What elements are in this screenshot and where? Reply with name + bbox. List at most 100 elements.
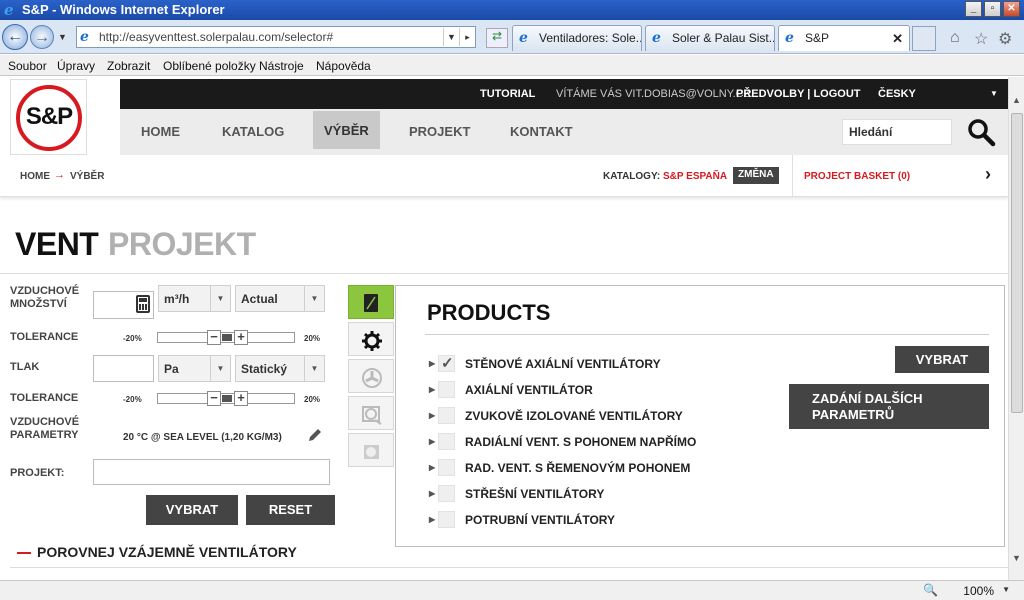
logo-circle: S&P [16,85,82,151]
reset-button[interactable]: RESET [246,495,335,525]
project-input[interactable] [93,459,330,485]
katalog-value: S&P ESPAÑA [663,171,728,182]
menu-zobrazit[interactable]: Zobrazit [107,59,150,73]
favorites-star-icon[interactable]: ☆ [974,29,988,49]
product-checkbox[interactable] [438,511,455,528]
fan-icon [362,368,382,388]
chevron-down-icon: ▼ [304,286,324,311]
pressure-tolerance-slider[interactable]: − + [157,391,295,406]
nav-katalog[interactable]: KATALOG [222,124,284,139]
collapse-dash-icon[interactable] [17,552,31,554]
project-basket-link[interactable]: PROJECT BASKET (0) [804,171,910,182]
minimize-button[interactable]: _ [965,1,982,17]
expand-arrow-icon[interactable]: ▶ [429,385,435,394]
breadcrumb-home[interactable]: HOME [20,171,50,182]
tutorial-link[interactable]: TUTORIAL [480,88,535,100]
calculator-icon[interactable] [136,295,150,313]
tab-accessories[interactable] [348,433,394,467]
url-dropdown-icon[interactable]: ▼ [443,28,459,46]
nav-kontakt[interactable]: KONTAKT [510,124,573,139]
new-tab-button[interactable] [912,26,936,51]
close-tab-icon[interactable]: ✕ [892,31,903,47]
divider [425,334,989,335]
more-parameters-button[interactable]: ZADÁNÍ DALŠÍCH PARAMETRŮ [789,384,989,429]
tab-products[interactable] [348,285,394,319]
logo-text: S&P [25,103,73,130]
chevron-right-icon[interactable]: › [985,164,991,185]
expand-arrow-icon[interactable]: ▶ [429,437,435,446]
product-checkbox[interactable] [438,485,455,502]
airflow-unit-select[interactable]: m³/h ▼ [158,285,231,312]
slider-handle[interactable] [222,334,232,341]
history-dropdown-icon[interactable]: ▼ [58,32,67,42]
menu-upravy[interactable]: Úpravy [57,59,95,73]
language-select[interactable]: ČESKY [878,88,916,100]
expand-arrow-icon[interactable]: ▶ [429,411,435,420]
minus-icon[interactable]: − [207,391,221,406]
plus-icon[interactable]: + [234,391,248,406]
pressure-mode-select[interactable]: Statický ▼ [235,355,325,382]
prefs-logout-link[interactable]: PŘEDVOLBY | LOGOUT [736,88,861,100]
product-checkbox[interactable] [438,433,455,450]
scrollbar-thumb[interactable] [1011,113,1023,413]
product-checkbox[interactable] [438,407,455,424]
search-icon[interactable] [966,117,996,147]
url-field[interactable]: e http://easyventtest.solerpalau.com/sel… [76,26,476,48]
expand-arrow-icon[interactable]: ▶ [429,463,435,472]
products-vybrat-button[interactable]: VYBRAT [895,346,989,373]
airflow-input[interactable] [93,291,154,319]
product-checkbox[interactable] [438,354,455,372]
home-icon[interactable]: ⌂ [950,29,960,47]
zoom-dropdown-icon[interactable]: ▼ [1002,585,1010,594]
airflow-tolerance-slider[interactable]: − + [157,330,295,345]
divider [792,155,793,197]
zoom-level[interactable]: 100% [963,584,994,598]
page-scrollbar[interactable]: ▲ ▼ [1008,77,1024,580]
pressure-input[interactable] [93,355,154,382]
browser-tab-2[interactable]: e Soler & Palau Sist... [645,25,775,51]
menu-nastroje[interactable]: Nástroje [259,59,304,73]
plus-icon[interactable]: + [234,330,248,345]
menu-napoveda[interactable]: Nápověda [316,59,371,73]
language-caret-icon[interactable]: ▼ [990,89,998,98]
maximize-button[interactable]: ▫ [984,1,1001,17]
sp-logo[interactable]: S&P [10,79,87,155]
airflow-mode-select[interactable]: Actual ▼ [235,285,325,312]
scroll-up-icon[interactable]: ▲ [1012,95,1021,105]
tab-curve[interactable] [348,396,394,430]
expand-arrow-icon[interactable]: ▶ [429,515,435,524]
slider-handle[interactable] [222,395,232,402]
browser-tab-1[interactable]: e Ventiladores: Sole... [512,25,642,51]
menu-oblibene[interactable]: Oblíbené položky [163,59,256,73]
tab-settings[interactable] [348,322,394,356]
status-bar: 🔍 100% ▼ [0,580,1024,600]
expand-arrow-icon[interactable]: ▶ [429,359,435,368]
back-button[interactable]: ← [2,24,28,50]
nav-home[interactable]: HOME [141,124,180,139]
forward-button[interactable]: → [30,25,54,49]
scroll-down-icon[interactable]: ▼ [1012,553,1021,563]
product-checkbox[interactable] [438,381,455,398]
pencil-icon[interactable] [307,427,323,443]
browser-tab-3[interactable]: e S&P ✕ [778,25,910,51]
pressure-unit-select[interactable]: Pa ▼ [158,355,231,382]
divider [0,273,1008,274]
compat-view-icon[interactable]: ▸ [459,28,475,46]
close-window-button[interactable]: ✕ [1003,1,1020,17]
expand-arrow-icon[interactable]: ▶ [429,489,435,498]
refresh-icon[interactable]: ⇄ [486,28,508,48]
nav-projekt[interactable]: PROJEKT [409,124,470,139]
change-catalog-button[interactable]: ZMĚNA [733,167,779,184]
tab-fan[interactable] [348,359,394,393]
zoom-icon[interactable]: 🔍 [923,583,938,597]
vybrat-button[interactable]: VYBRAT [146,495,238,525]
product-checkbox[interactable] [438,459,455,476]
nav-vyber[interactable]: VÝBĚR [313,111,380,149]
compare-fans-toggle[interactable]: POROVNEJ VZÁJEMNĚ VENTILÁTORY [37,544,297,560]
fan-box-icon [364,294,378,312]
search-input[interactable]: Hledání [842,119,952,145]
minus-icon[interactable]: − [207,330,221,345]
tab-ie-icon: e [519,30,528,46]
menu-soubor[interactable]: Soubor [8,59,47,73]
tools-gear-icon[interactable]: ⚙ [998,29,1012,49]
